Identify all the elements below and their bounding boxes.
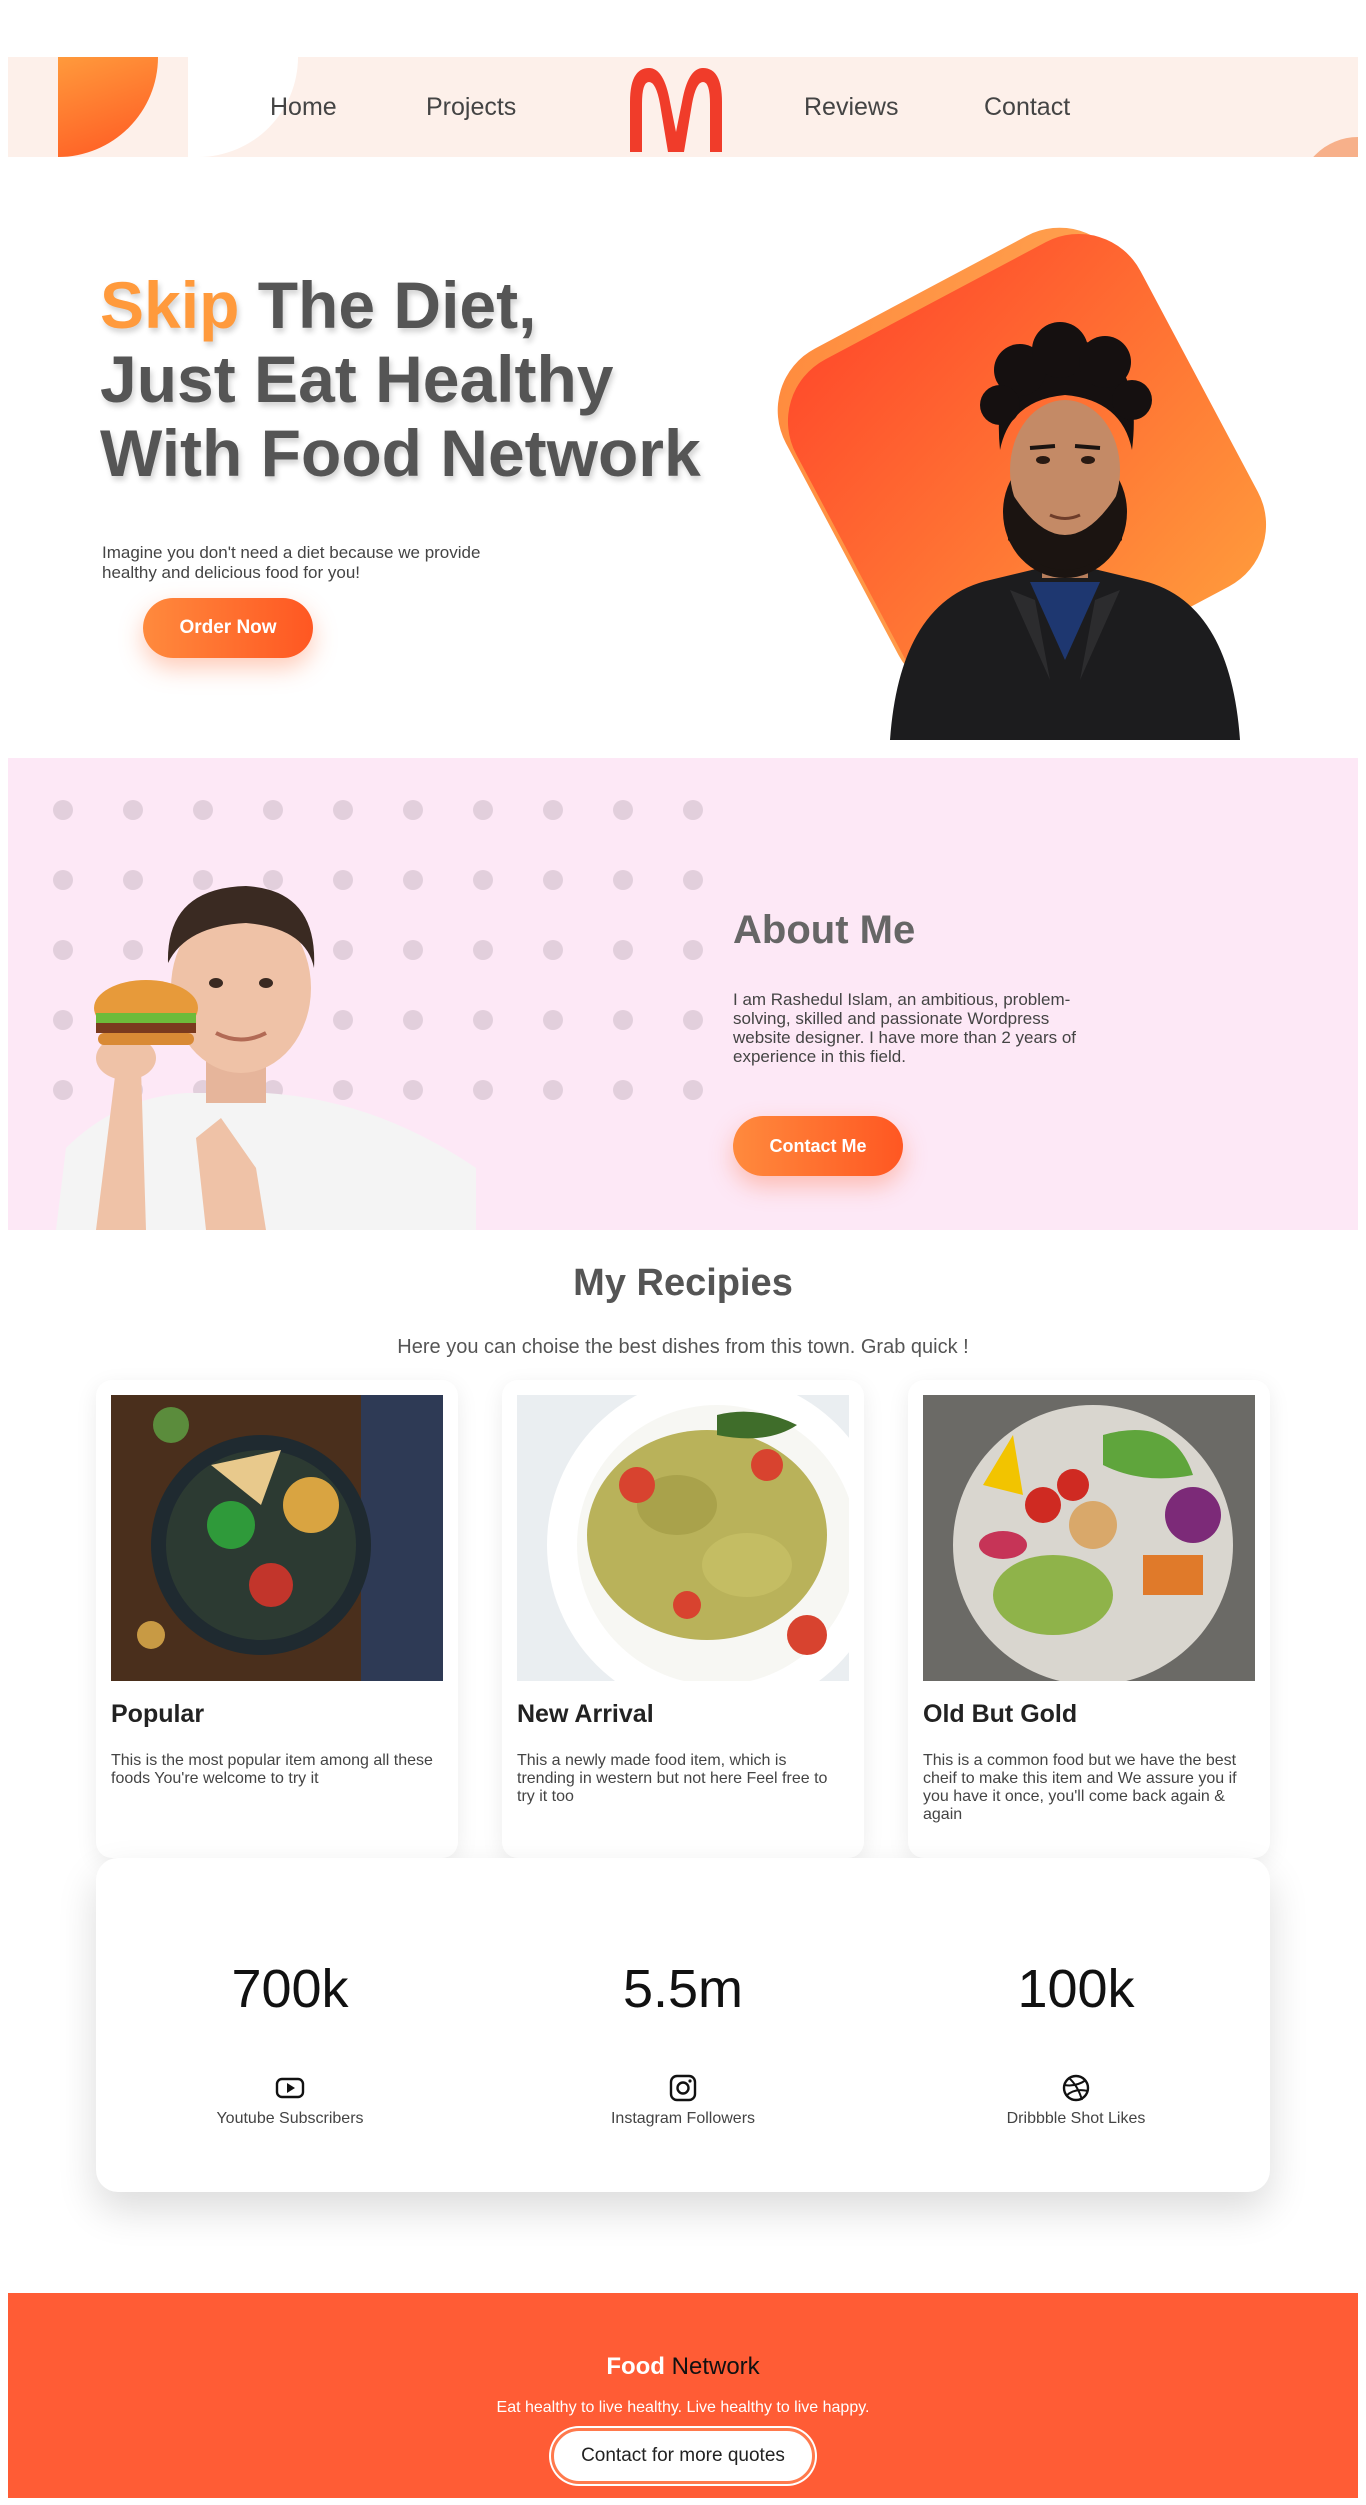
nav-link-projects[interactable]: Projects — [426, 93, 516, 122]
about-portrait-image — [56, 886, 476, 1230]
contact-quotes-button[interactable]: Contact for more quotes — [551, 2428, 815, 2484]
pattern-dot — [683, 1010, 703, 1030]
pattern-dot — [613, 870, 633, 890]
pattern-dot — [543, 1080, 563, 1100]
stats-panel: 700k Youtube Subscribers 5.5m Instagram … — [96, 1858, 1270, 2192]
recipe-card-old-but-gold[interactable]: Old But Gold This is a common food but w… — [908, 1380, 1270, 1858]
nav-decoration-right — [1298, 137, 1358, 157]
stat-dribbble: 100k Dribbble Shot Likes — [926, 1858, 1226, 2192]
pattern-dot — [613, 1010, 633, 1030]
recipe-description-new-arrival: This a newly made food item, which is tr… — [517, 1752, 828, 1805]
footer-brand: Food Network — [8, 2353, 1358, 2381]
recipe-card-popular[interactable]: Popular This is the most popular item am… — [96, 1380, 458, 1858]
pattern-dot — [613, 1080, 633, 1100]
youtube-icon[interactable] — [274, 2072, 306, 2104]
pattern-dot — [683, 800, 703, 820]
stat-label-youtube: Youtube Subscribers — [216, 2110, 364, 2127]
stat-instagram: 5.5m Instagram Followers — [533, 1858, 833, 2192]
stat-label-dribbble: Dribbble Shot Likes — [1006, 2110, 1146, 2127]
recipe-description-popular: This is the most popular item among all … — [111, 1752, 433, 1787]
stat-value-dribbble: 100k — [1017, 1959, 1135, 2019]
recipes-subtitle: Here you can choise the best dishes from… — [397, 1336, 969, 1358]
nav-link-home[interactable]: Home — [270, 93, 337, 122]
instagram-icon[interactable] — [667, 2072, 699, 2104]
pattern-dot — [543, 940, 563, 960]
pattern-dot — [123, 800, 143, 820]
about-title: About Me — [733, 908, 916, 952]
pattern-dot — [543, 870, 563, 890]
recipe-image-old-but-gold — [923, 1395, 1255, 1681]
footer: Food Network Eat healthy to live healthy… — [8, 2293, 1358, 2498]
nav-link-contact[interactable]: Contact — [984, 93, 1070, 122]
pattern-dot — [53, 800, 73, 820]
pattern-dot — [613, 800, 633, 820]
recipe-card-new-arrival[interactable]: New Arrival This a newly made food item,… — [502, 1380, 864, 1858]
pattern-dot — [333, 800, 353, 820]
hero-title-line1: The Diet, — [239, 268, 537, 342]
stat-value-instagram: 5.5m — [622, 1959, 744, 2019]
recipe-description-old-but-gold: This is a common food but we have the be… — [923, 1752, 1237, 1823]
pattern-dot — [473, 870, 493, 890]
nav-decoration-left — [58, 57, 158, 157]
recipes-title: My Recipies — [573, 1262, 793, 1304]
stat-value-youtube: 700k — [231, 1959, 349, 2019]
hero-title-line3: With Food Network — [100, 416, 701, 490]
recipe-image-popular — [111, 1395, 443, 1681]
pattern-dot — [543, 1010, 563, 1030]
top-nav: Home Projects Reviews Contact — [8, 57, 1358, 157]
hero-title-accent: Skip — [100, 268, 240, 342]
hero-title: Skip The Diet, Just Eat Healthy With Food … — [100, 268, 740, 490]
pattern-dot — [473, 1010, 493, 1030]
hero-description: Imagine you don't need a diet because we… — [102, 543, 481, 582]
order-now-button[interactable]: Order Now — [143, 598, 313, 658]
recipe-image-new-arrival — [517, 1395, 849, 1681]
footer-brand-network: Network — [664, 2353, 760, 2380]
recipe-title-new-arrival: New Arrival — [517, 1700, 654, 1728]
pattern-dot — [473, 800, 493, 820]
recipe-title-old-but-gold: Old But Gold — [923, 1700, 1078, 1728]
golden-arches-logo[interactable] — [622, 62, 730, 154]
pattern-dot — [473, 1080, 493, 1100]
nav-link-reviews[interactable]: Reviews — [804, 93, 898, 122]
about-description: I am Rashedul Islam, an ambitious, probl… — [733, 990, 1077, 1066]
dribbble-icon[interactable] — [1060, 2072, 1092, 2104]
stat-label-instagram: Instagram Followers — [610, 2110, 756, 2127]
footer-tagline: Eat healthy to live healthy. Live health… — [496, 2399, 870, 2416]
pattern-dot — [683, 940, 703, 960]
contact-me-button[interactable]: Contact Me — [733, 1116, 903, 1176]
pattern-dot — [473, 940, 493, 960]
pattern-dot — [403, 800, 423, 820]
footer-brand-food: Food — [606, 2353, 665, 2380]
pattern-dot — [263, 800, 283, 820]
recipe-title-popular: Popular — [111, 1700, 205, 1728]
pattern-dot — [613, 940, 633, 960]
hero-portrait-image — [890, 322, 1240, 740]
pattern-dot — [193, 800, 213, 820]
about-section: About Me I am Rashedul Islam, an ambitio… — [8, 758, 1358, 1230]
hero-title-line2: Just Eat Healthy — [100, 342, 614, 416]
pattern-dot — [543, 800, 563, 820]
pattern-dot — [683, 1080, 703, 1100]
pattern-dot — [683, 870, 703, 890]
stat-youtube: 700k Youtube Subscribers — [140, 1858, 440, 2192]
